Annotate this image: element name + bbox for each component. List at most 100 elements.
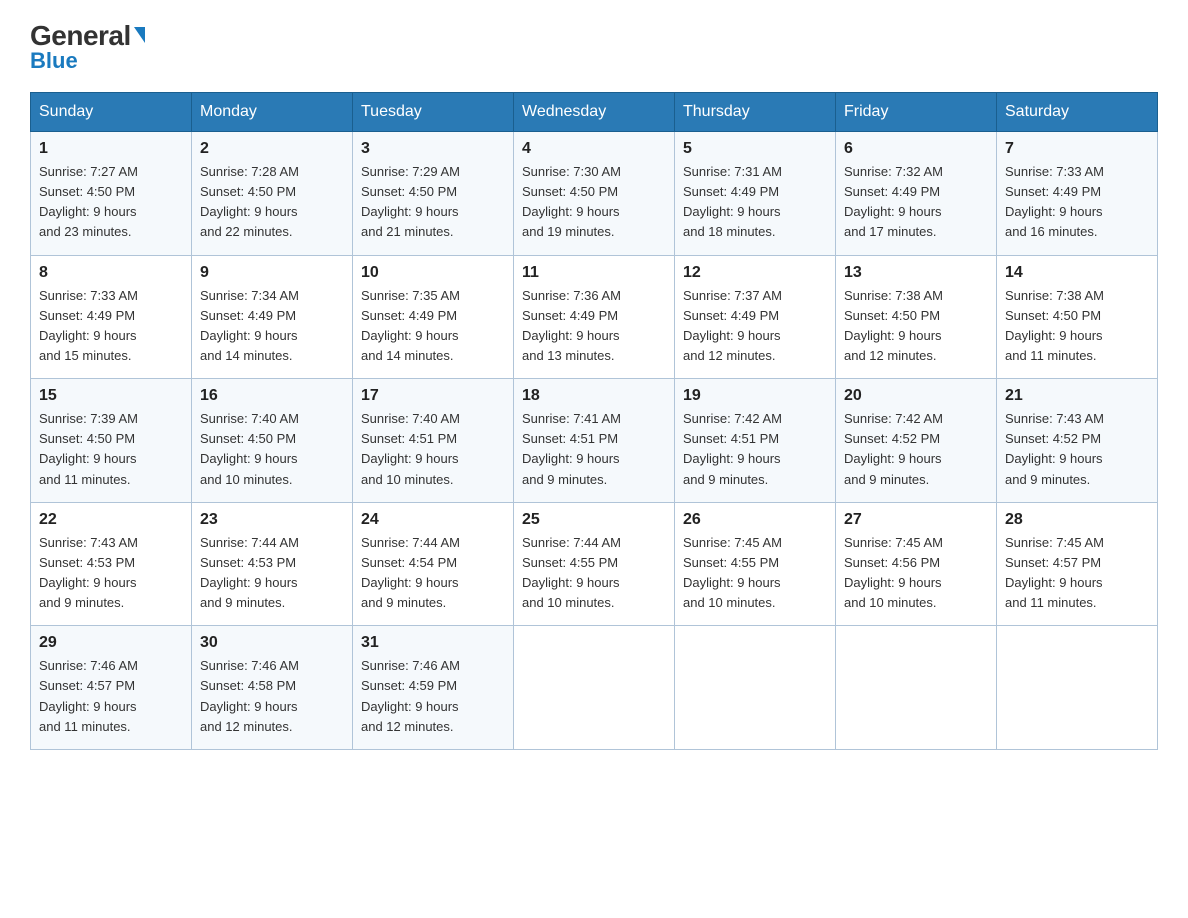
day-number: 3 xyxy=(361,140,505,158)
day-info: Sunrise: 7:38 AMSunset: 4:50 PMDaylight:… xyxy=(1005,286,1149,367)
day-info: Sunrise: 7:42 AMSunset: 4:51 PMDaylight:… xyxy=(683,409,827,490)
day-info: Sunrise: 7:41 AMSunset: 4:51 PMDaylight:… xyxy=(522,409,666,490)
day-number: 23 xyxy=(200,511,344,529)
day-number: 26 xyxy=(683,511,827,529)
calendar-week-row: 1 Sunrise: 7:27 AMSunset: 4:50 PMDayligh… xyxy=(31,132,1158,256)
logo-blue-text: Blue xyxy=(30,48,78,74)
weekday-header-saturday: Saturday xyxy=(997,93,1158,132)
day-number: 13 xyxy=(844,264,988,282)
calendar-cell: 23 Sunrise: 7:44 AMSunset: 4:53 PMDaylig… xyxy=(192,502,353,626)
calendar-cell: 17 Sunrise: 7:40 AMSunset: 4:51 PMDaylig… xyxy=(353,379,514,503)
calendar-cell: 19 Sunrise: 7:42 AMSunset: 4:51 PMDaylig… xyxy=(675,379,836,503)
calendar-cell: 21 Sunrise: 7:43 AMSunset: 4:52 PMDaylig… xyxy=(997,379,1158,503)
day-number: 22 xyxy=(39,511,183,529)
day-number: 19 xyxy=(683,387,827,405)
calendar-cell: 31 Sunrise: 7:46 AMSunset: 4:59 PMDaylig… xyxy=(353,626,514,750)
day-info: Sunrise: 7:44 AMSunset: 4:55 PMDaylight:… xyxy=(522,533,666,614)
day-info: Sunrise: 7:40 AMSunset: 4:50 PMDaylight:… xyxy=(200,409,344,490)
day-number: 27 xyxy=(844,511,988,529)
calendar-week-row: 22 Sunrise: 7:43 AMSunset: 4:53 PMDaylig… xyxy=(31,502,1158,626)
calendar-cell: 20 Sunrise: 7:42 AMSunset: 4:52 PMDaylig… xyxy=(836,379,997,503)
calendar-cell: 1 Sunrise: 7:27 AMSunset: 4:50 PMDayligh… xyxy=(31,132,192,256)
calendar-cell: 16 Sunrise: 7:40 AMSunset: 4:50 PMDaylig… xyxy=(192,379,353,503)
day-info: Sunrise: 7:36 AMSunset: 4:49 PMDaylight:… xyxy=(522,286,666,367)
day-number: 30 xyxy=(200,634,344,652)
weekday-header-thursday: Thursday xyxy=(675,93,836,132)
day-number: 29 xyxy=(39,634,183,652)
day-info: Sunrise: 7:46 AMSunset: 4:59 PMDaylight:… xyxy=(361,656,505,737)
day-number: 10 xyxy=(361,264,505,282)
day-info: Sunrise: 7:44 AMSunset: 4:53 PMDaylight:… xyxy=(200,533,344,614)
calendar-cell: 29 Sunrise: 7:46 AMSunset: 4:57 PMDaylig… xyxy=(31,626,192,750)
day-info: Sunrise: 7:45 AMSunset: 4:56 PMDaylight:… xyxy=(844,533,988,614)
calendar-week-row: 29 Sunrise: 7:46 AMSunset: 4:57 PMDaylig… xyxy=(31,626,1158,750)
calendar-cell xyxy=(997,626,1158,750)
weekday-header-monday: Monday xyxy=(192,93,353,132)
calendar-cell: 7 Sunrise: 7:33 AMSunset: 4:49 PMDayligh… xyxy=(997,132,1158,256)
day-info: Sunrise: 7:28 AMSunset: 4:50 PMDaylight:… xyxy=(200,162,344,243)
day-info: Sunrise: 7:38 AMSunset: 4:50 PMDaylight:… xyxy=(844,286,988,367)
day-info: Sunrise: 7:29 AMSunset: 4:50 PMDaylight:… xyxy=(361,162,505,243)
day-info: Sunrise: 7:40 AMSunset: 4:51 PMDaylight:… xyxy=(361,409,505,490)
day-number: 17 xyxy=(361,387,505,405)
day-number: 1 xyxy=(39,140,183,158)
calendar-cell: 6 Sunrise: 7:32 AMSunset: 4:49 PMDayligh… xyxy=(836,132,997,256)
calendar-cell: 26 Sunrise: 7:45 AMSunset: 4:55 PMDaylig… xyxy=(675,502,836,626)
calendar-cell: 25 Sunrise: 7:44 AMSunset: 4:55 PMDaylig… xyxy=(514,502,675,626)
weekday-header-row: SundayMondayTuesdayWednesdayThursdayFrid… xyxy=(31,93,1158,132)
calendar-cell: 4 Sunrise: 7:30 AMSunset: 4:50 PMDayligh… xyxy=(514,132,675,256)
calendar-cell: 13 Sunrise: 7:38 AMSunset: 4:50 PMDaylig… xyxy=(836,255,997,379)
day-number: 6 xyxy=(844,140,988,158)
day-number: 11 xyxy=(522,264,666,282)
weekday-header-friday: Friday xyxy=(836,93,997,132)
day-number: 28 xyxy=(1005,511,1149,529)
day-info: Sunrise: 7:37 AMSunset: 4:49 PMDaylight:… xyxy=(683,286,827,367)
logo: General Blue xyxy=(30,20,145,74)
day-info: Sunrise: 7:46 AMSunset: 4:58 PMDaylight:… xyxy=(200,656,344,737)
calendar-cell: 27 Sunrise: 7:45 AMSunset: 4:56 PMDaylig… xyxy=(836,502,997,626)
calendar-cell xyxy=(514,626,675,750)
day-number: 2 xyxy=(200,140,344,158)
day-number: 20 xyxy=(844,387,988,405)
calendar-week-row: 15 Sunrise: 7:39 AMSunset: 4:50 PMDaylig… xyxy=(31,379,1158,503)
day-number: 18 xyxy=(522,387,666,405)
day-info: Sunrise: 7:44 AMSunset: 4:54 PMDaylight:… xyxy=(361,533,505,614)
logo-arrow-icon xyxy=(134,27,145,43)
day-number: 21 xyxy=(1005,387,1149,405)
calendar-cell: 12 Sunrise: 7:37 AMSunset: 4:49 PMDaylig… xyxy=(675,255,836,379)
day-info: Sunrise: 7:45 AMSunset: 4:57 PMDaylight:… xyxy=(1005,533,1149,614)
calendar-cell: 11 Sunrise: 7:36 AMSunset: 4:49 PMDaylig… xyxy=(514,255,675,379)
calendar-cell: 8 Sunrise: 7:33 AMSunset: 4:49 PMDayligh… xyxy=(31,255,192,379)
day-number: 16 xyxy=(200,387,344,405)
calendar-cell: 18 Sunrise: 7:41 AMSunset: 4:51 PMDaylig… xyxy=(514,379,675,503)
day-number: 24 xyxy=(361,511,505,529)
weekday-header-tuesday: Tuesday xyxy=(353,93,514,132)
day-info: Sunrise: 7:39 AMSunset: 4:50 PMDaylight:… xyxy=(39,409,183,490)
calendar-cell: 28 Sunrise: 7:45 AMSunset: 4:57 PMDaylig… xyxy=(997,502,1158,626)
calendar-cell: 3 Sunrise: 7:29 AMSunset: 4:50 PMDayligh… xyxy=(353,132,514,256)
day-info: Sunrise: 7:30 AMSunset: 4:50 PMDaylight:… xyxy=(522,162,666,243)
calendar-cell: 14 Sunrise: 7:38 AMSunset: 4:50 PMDaylig… xyxy=(997,255,1158,379)
calendar-cell: 2 Sunrise: 7:28 AMSunset: 4:50 PMDayligh… xyxy=(192,132,353,256)
calendar-cell: 9 Sunrise: 7:34 AMSunset: 4:49 PMDayligh… xyxy=(192,255,353,379)
calendar-cell: 30 Sunrise: 7:46 AMSunset: 4:58 PMDaylig… xyxy=(192,626,353,750)
day-number: 7 xyxy=(1005,140,1149,158)
day-info: Sunrise: 7:32 AMSunset: 4:49 PMDaylight:… xyxy=(844,162,988,243)
weekday-header-sunday: Sunday xyxy=(31,93,192,132)
day-number: 31 xyxy=(361,634,505,652)
day-number: 9 xyxy=(200,264,344,282)
day-number: 5 xyxy=(683,140,827,158)
calendar-cell xyxy=(675,626,836,750)
calendar-cell: 10 Sunrise: 7:35 AMSunset: 4:49 PMDaylig… xyxy=(353,255,514,379)
day-info: Sunrise: 7:31 AMSunset: 4:49 PMDaylight:… xyxy=(683,162,827,243)
day-number: 25 xyxy=(522,511,666,529)
calendar-cell: 5 Sunrise: 7:31 AMSunset: 4:49 PMDayligh… xyxy=(675,132,836,256)
page-header: General Blue xyxy=(30,20,1158,74)
calendar-table: SundayMondayTuesdayWednesdayThursdayFrid… xyxy=(30,92,1158,750)
day-info: Sunrise: 7:34 AMSunset: 4:49 PMDaylight:… xyxy=(200,286,344,367)
day-info: Sunrise: 7:46 AMSunset: 4:57 PMDaylight:… xyxy=(39,656,183,737)
day-info: Sunrise: 7:43 AMSunset: 4:53 PMDaylight:… xyxy=(39,533,183,614)
day-number: 15 xyxy=(39,387,183,405)
weekday-header-wednesday: Wednesday xyxy=(514,93,675,132)
calendar-cell: 22 Sunrise: 7:43 AMSunset: 4:53 PMDaylig… xyxy=(31,502,192,626)
